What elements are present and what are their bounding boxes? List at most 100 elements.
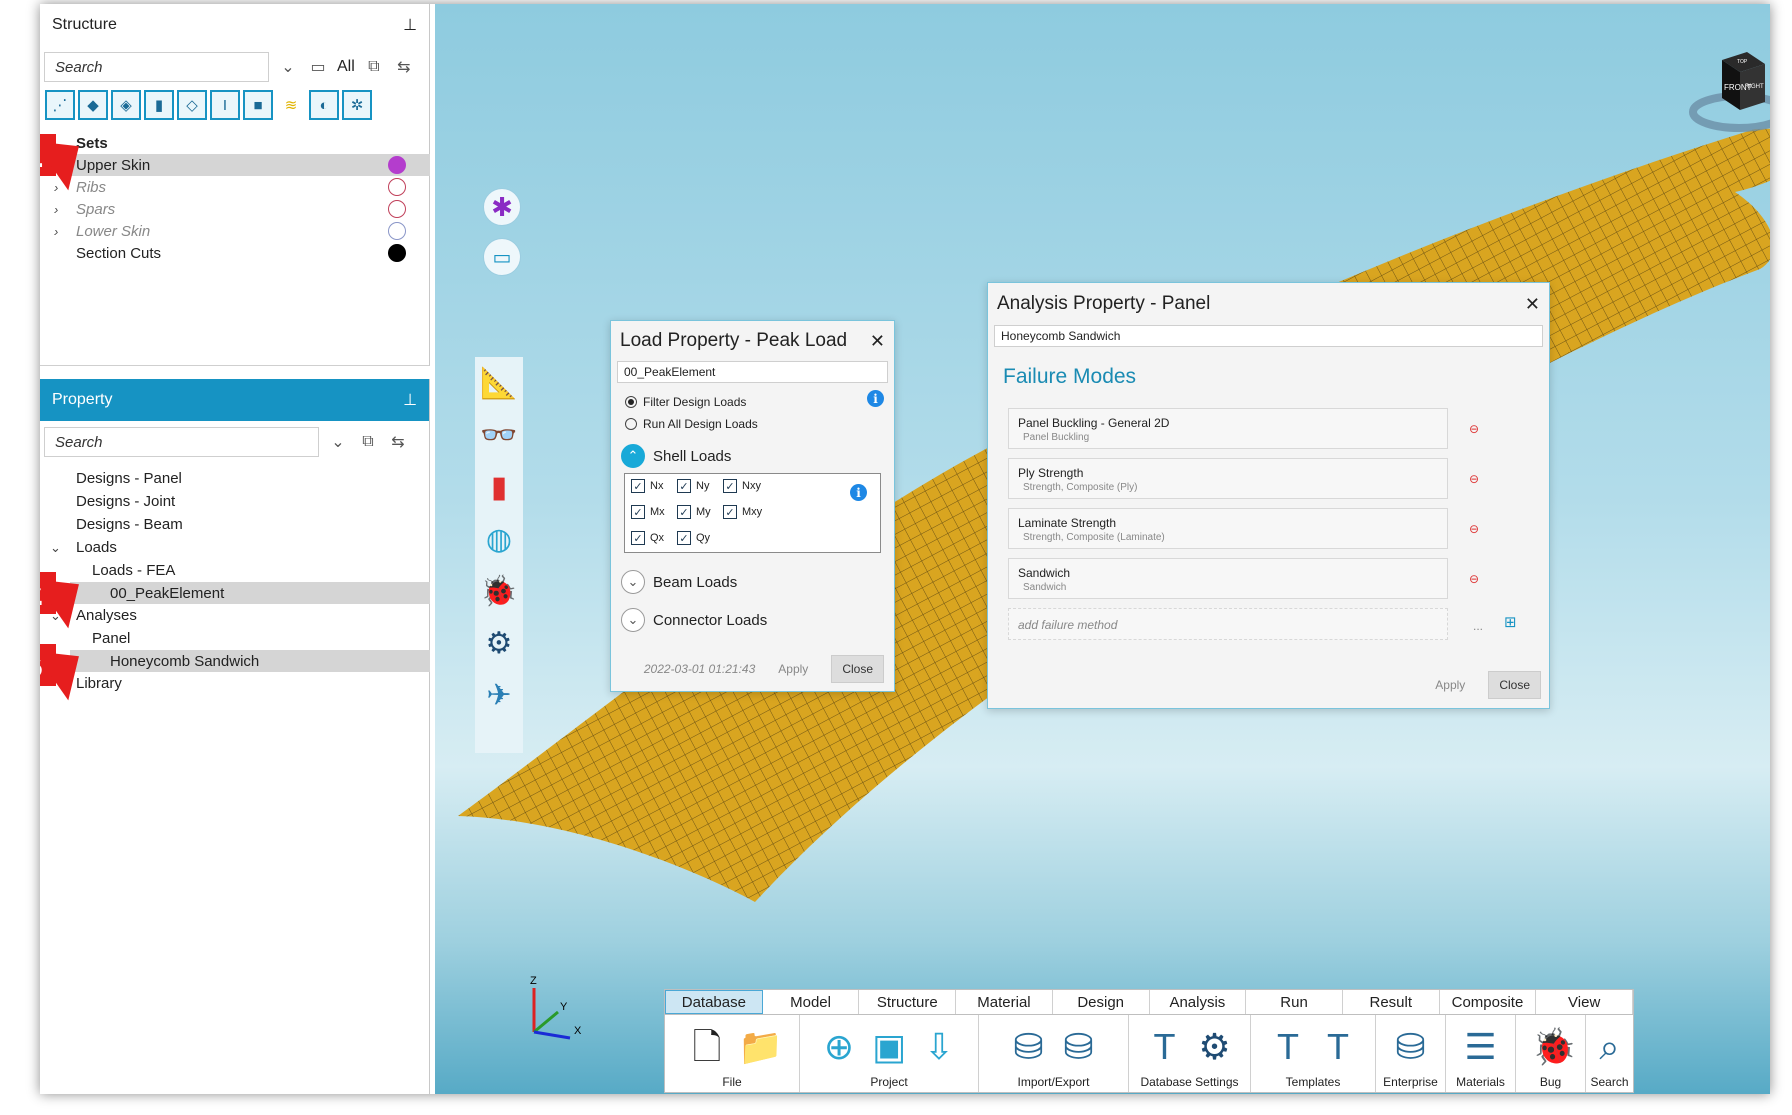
pin-icon[interactable]: ⊥ [403,15,417,35]
checkbox-my[interactable]: ✓ My [677,505,711,519]
color-swatch[interactable] [388,200,406,218]
add-failure-icon[interactable]: ⊞ [1504,613,1517,631]
info-icon[interactable]: i [867,390,884,407]
close-button[interactable]: Close [831,655,884,683]
solid-filter-icon[interactable]: ◆ [78,90,108,120]
check-icon[interactable]: ✓ [723,505,737,519]
tree-item-library[interactable]: › Library [40,672,430,695]
tab-database[interactable]: Database [665,990,763,1014]
add-failure-method-input[interactable]: add failure method [1008,608,1448,640]
radio-run-all-design-loads[interactable]: Run All Design Loads [611,413,894,435]
color-swatch[interactable] [388,156,406,174]
tree-item-lower-skin[interactable]: › Lower Skin [40,220,430,242]
tree-item-loads[interactable]: ⌄ Loads [40,536,430,559]
tree-item-peak-element[interactable]: 00_PeakElement [70,582,430,604]
color-swatch[interactable] [388,222,406,240]
database-import-icon[interactable]: ⛁ [1010,1025,1048,1069]
close-icon[interactable]: ✕ [870,331,885,352]
shell-loads-section[interactable]: ⌃ Shell Loads [611,439,894,473]
tree-item-ribs[interactable]: › Ribs [40,176,430,198]
checkbox-mxy[interactable]: ✓ Mxy [723,505,762,519]
tab-composite[interactable]: Composite [1440,990,1537,1014]
checkbox-ny[interactable]: ✓ Ny [677,479,709,493]
stack-filter-icon[interactable]: ≋ [276,90,306,120]
remove-mode-icon[interactable]: ⊖ [1469,522,1479,536]
tab-run[interactable]: Run [1246,990,1343,1014]
structure-search-input[interactable]: Search [44,52,269,82]
chevron-up-icon[interactable]: ⌃ [621,444,645,468]
checkbox-qy[interactable]: ✓ Qy [677,531,710,545]
bug-icon[interactable]: 🐞 [475,565,523,617]
tab-structure[interactable]: Structure [859,990,957,1014]
load-name-field[interactable]: 00_PeakElement [617,361,888,383]
add-project-icon[interactable]: ⊕ [820,1025,858,1069]
tree-item-honeycomb-sandwich[interactable]: Honeycomb Sandwich [70,650,430,672]
collapse-icon[interactable]: ⧉ [363,58,385,76]
check-icon[interactable]: ✓ [677,505,691,519]
check-icon[interactable]: ✓ [631,479,645,493]
connector-loads-section[interactable]: ⌄ Connector Loads [611,603,894,637]
ruler-play-icon[interactable]: 📐 [475,357,523,409]
checkbox-nx[interactable]: ✓ Nx [631,479,663,493]
close-button[interactable]: Close [1488,671,1541,699]
project-download-icon[interactable]: ⇩ [920,1025,958,1069]
color-swatch[interactable] [388,244,406,262]
chevron-down-icon[interactable]: ⌄ [621,608,645,632]
joint-filter-icon[interactable]: ◐ [309,90,339,120]
shell-filter-icon[interactable]: ◈ [111,90,141,120]
tree-item-spars[interactable]: › Spars [40,198,430,220]
check-icon[interactable]: ✓ [631,505,645,519]
glasses-icon[interactable]: 👓 [475,409,523,461]
tree-item-analyses[interactable]: ⌄ Analyses [40,604,430,627]
tab-analysis[interactable]: Analysis [1150,990,1247,1014]
materials-icon[interactable]: ☰ [1462,1025,1500,1069]
view-cube[interactable]: FRONT RIGHT TOP [1687,50,1770,140]
enterprise-database-icon[interactable]: ⛁ [1392,1025,1430,1069]
tree-item-panel[interactable]: Panel [40,627,430,650]
bug-icon[interactable]: 🐞 [1532,1025,1577,1069]
folder-icon[interactable]: 📁 [738,1025,783,1069]
property-search-input[interactable]: Search [44,427,319,457]
sync-icon[interactable]: ⇆ [387,432,409,452]
color-scale-icon[interactable]: ▮ [475,461,523,513]
chevron-down-icon[interactable]: ⌄ [277,57,299,77]
beam-filter-icon[interactable]: ▮ [144,90,174,120]
tree-item-designs-panel[interactable]: Designs - Panel [40,467,430,490]
node-filter-icon[interactable]: ⋰ [45,90,75,120]
tab-model[interactable]: Model [763,990,860,1014]
database-export-icon[interactable]: ⛁ [1060,1025,1098,1069]
rectangle-select-button[interactable]: ▭ [483,238,521,276]
sync-icon[interactable]: ⇆ [393,57,415,77]
pin-icon[interactable]: ⊥ [403,390,417,410]
chevron-down-icon[interactable]: ⌄ [50,540,64,556]
chevron-down-icon[interactable]: ⌄ [621,570,645,594]
checkbox-nxy[interactable]: ✓ Nxy [723,479,761,493]
tab-design[interactable]: Design [1053,990,1150,1014]
tree-item-designs-beam[interactable]: Designs - Beam [40,513,430,536]
gear-eye-icon[interactable]: ⚙ [475,617,523,669]
ibeam-filter-icon[interactable]: I [210,90,240,120]
chevron-down-icon[interactable]: ⌄ [327,432,349,452]
gear-icon[interactable]: ⚙ [1196,1025,1234,1069]
radio-filter-design-loads[interactable]: Filter Design Loads [611,391,894,413]
layers-icon[interactable]: ▭ [307,57,329,77]
remove-mode-icon[interactable]: ⊖ [1469,422,1479,436]
donut-chart-icon[interactable]: ◍ [475,513,523,565]
radio-unselected[interactable] [625,418,637,430]
check-icon[interactable]: ✓ [677,531,691,545]
chevron-right-icon[interactable]: › [54,202,68,217]
apply-button[interactable]: Apply [1424,671,1476,699]
tree-item-sets[interactable]: Sets [40,132,430,154]
failure-mode-ply-strength[interactable]: Ply Strength Strength, Composite (Ply) [1008,458,1448,499]
radio-selected[interactable] [625,396,637,408]
collapse-icon[interactable]: ⧉ [357,433,379,451]
apply-button[interactable]: Apply [767,655,819,683]
cube-filter-icon[interactable]: ■ [243,90,273,120]
asterisk-button[interactable]: ✱ [483,188,521,226]
analysis-name-field[interactable]: Honeycomb Sandwich [994,325,1543,347]
template-alt-icon[interactable]: T [1319,1025,1357,1069]
tab-material[interactable]: Material [956,990,1053,1014]
remove-mode-icon[interactable]: ⊖ [1469,572,1479,586]
tree-item-designs-joint[interactable]: Designs - Joint [40,490,430,513]
beam-loads-section[interactable]: ⌄ Beam Loads [611,565,894,599]
